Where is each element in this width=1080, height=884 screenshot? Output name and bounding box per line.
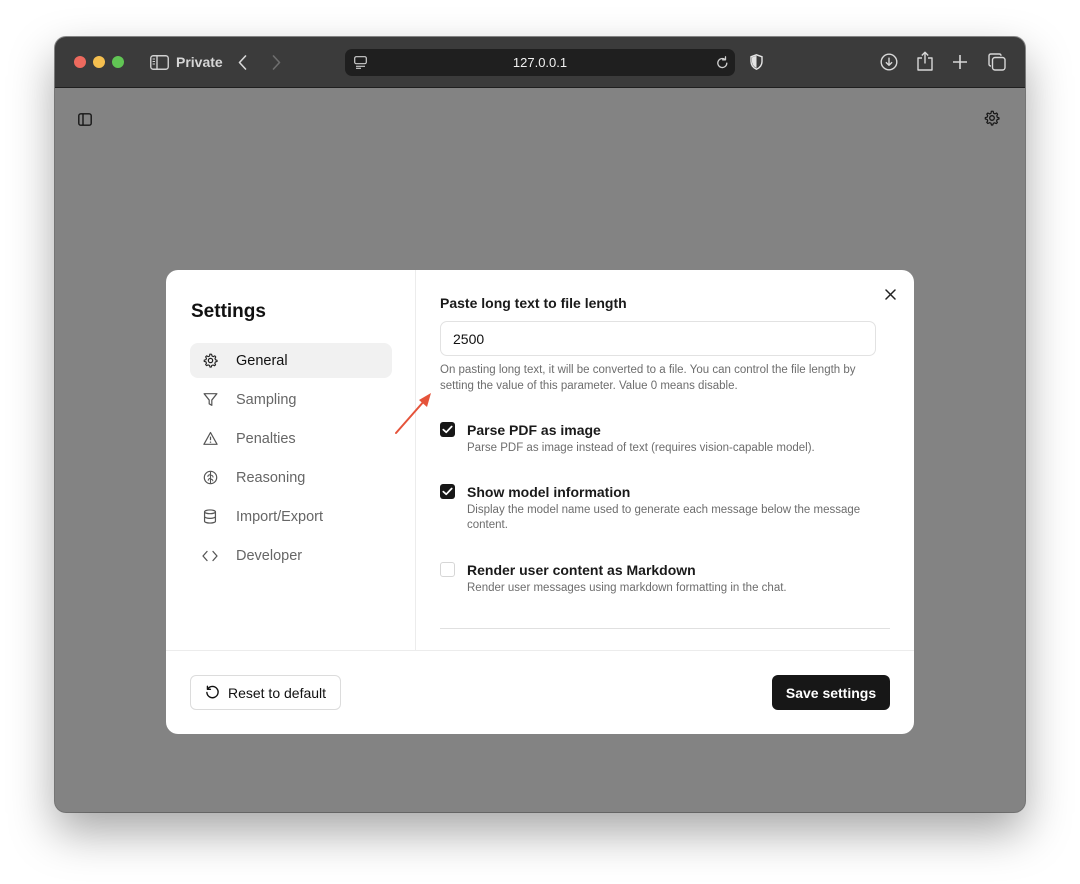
parse-pdf-title: Parse PDF as image xyxy=(467,422,601,438)
nav-item-general[interactable]: General xyxy=(190,343,392,378)
nav-label-penalties: Penalties xyxy=(236,430,296,447)
paste-length-help: On pasting long text, it will be convert… xyxy=(440,364,856,392)
checkmark-icon xyxy=(442,425,453,434)
reset-to-default-button[interactable]: Reset to default xyxy=(190,675,341,710)
sidebar-panel-icon[interactable] xyxy=(78,111,92,127)
private-mode-label: Private xyxy=(176,54,223,70)
zoom-window-button[interactable] xyxy=(112,56,124,68)
section-divider xyxy=(440,628,890,629)
brain-icon xyxy=(190,470,230,485)
nav-item-developer[interactable]: Developer xyxy=(190,538,392,573)
warning-triangle-icon xyxy=(190,431,230,446)
page-content-overlay: Settings General Sampling Penalties Reas… xyxy=(55,89,1025,812)
browser-toolbar: Private 127.0.0.1 xyxy=(55,37,1025,88)
close-dialog-button[interactable] xyxy=(883,287,897,301)
dialog-footer: Reset to default Save settings xyxy=(166,650,914,734)
back-icon[interactable] xyxy=(235,53,249,71)
render-markdown-title: Render user content as Markdown xyxy=(467,562,696,578)
database-icon xyxy=(190,509,230,524)
parse-pdf-checkbox[interactable] xyxy=(440,422,455,437)
save-button-label: Save settings xyxy=(785,684,877,701)
code-icon xyxy=(190,549,230,563)
gear-icon xyxy=(190,353,230,368)
dialog-title: Settings xyxy=(191,301,266,322)
minimize-window-button[interactable] xyxy=(93,56,105,68)
browser-window: Private 127.0.0.1 Settings General Sampl… xyxy=(55,37,1025,812)
render-markdown-checkbox[interactable] xyxy=(440,562,455,577)
paste-length-input[interactable] xyxy=(440,321,876,356)
funnel-icon xyxy=(190,392,230,407)
settings-panel-general: Paste long text to file length On pastin… xyxy=(416,270,914,650)
download-icon[interactable] xyxy=(879,52,899,72)
nav-label-reasoning: Reasoning xyxy=(236,469,306,486)
checkmark-icon xyxy=(442,487,453,496)
shield-icon[interactable] xyxy=(748,52,764,72)
nav-item-import-export[interactable]: Import/Export xyxy=(190,499,392,534)
url-text: 127.0.0.1 xyxy=(512,55,568,70)
reset-icon xyxy=(206,685,219,699)
new-tab-icon[interactable] xyxy=(951,53,969,71)
tab-overview-icon[interactable] xyxy=(987,52,1007,72)
nav-label-general: General xyxy=(236,352,288,369)
render-markdown-description: Render user messages using markdown form… xyxy=(467,582,787,594)
nav-label-developer: Developer xyxy=(236,547,303,564)
annotation-arrow-icon xyxy=(395,393,431,434)
nav-label-import-export: Import/Export xyxy=(236,508,324,525)
show-model-info-title: Show model information xyxy=(467,484,631,500)
share-icon[interactable] xyxy=(916,50,934,72)
settings-dialog: Settings General Sampling Penalties Reas… xyxy=(166,270,914,734)
nav-label-sampling: Sampling xyxy=(236,391,297,408)
paste-length-label: Paste long text to file length xyxy=(440,295,627,311)
nav-item-reasoning[interactable]: Reasoning xyxy=(190,460,392,495)
show-model-info-checkbox[interactable] xyxy=(440,484,455,499)
reload-icon[interactable] xyxy=(714,55,730,70)
nav-item-penalties[interactable]: Penalties xyxy=(190,421,392,456)
settings-sidebar: Settings General Sampling Penalties Reas… xyxy=(166,270,416,650)
nav-item-sampling[interactable]: Sampling xyxy=(190,382,392,417)
show-model-info-description: Display the model name used to generate … xyxy=(467,504,861,531)
forward-icon[interactable] xyxy=(269,53,283,71)
address-bar[interactable]: 127.0.0.1 xyxy=(345,49,735,76)
sidebar-toggle-icon[interactable] xyxy=(149,53,169,71)
parse-pdf-description: Parse PDF as image instead of text (requ… xyxy=(467,442,815,454)
settings-gear-icon[interactable] xyxy=(984,110,1000,126)
save-settings-button[interactable]: Save settings xyxy=(772,675,890,710)
reset-button-label: Reset to default xyxy=(227,684,327,701)
close-window-button[interactable] xyxy=(74,56,86,68)
close-icon xyxy=(884,288,896,300)
